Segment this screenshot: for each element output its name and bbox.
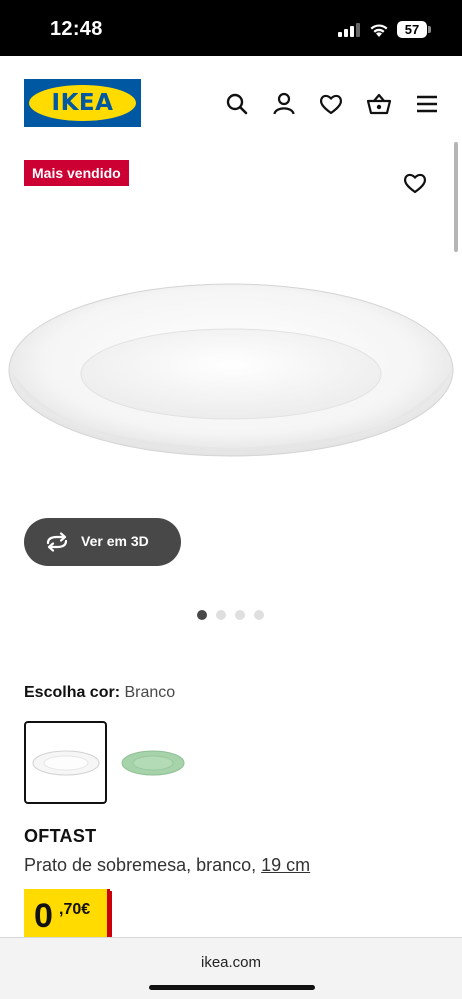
scrollbar[interactable] (454, 142, 458, 252)
view-3d-button[interactable]: Ver em 3D (24, 518, 181, 566)
product-page: 12:48 57 IKEA Mais vendido Ver em 3D Esc… (0, 0, 462, 999)
wifi-icon (370, 24, 388, 37)
menu-icon[interactable] (414, 91, 440, 117)
user-icon[interactable] (271, 91, 297, 117)
url-text[interactable]: ikea.com (0, 954, 462, 971)
color-choice-label: Escolha cor: (24, 684, 121, 701)
rotate-3d-icon (46, 532, 68, 552)
search-icon[interactable] (224, 91, 250, 117)
signal-icon (338, 23, 360, 37)
status-time: 12:48 (50, 18, 103, 40)
battery-icon: 57 (397, 21, 431, 38)
product-description-text: Prato de sobremesa, branco, (24, 855, 257, 875)
white-plate-thumbnail (32, 750, 99, 775)
ikea-logo[interactable]: IKEA (24, 79, 141, 127)
logo-text: IKEA (51, 90, 114, 116)
home-indicator[interactable] (149, 985, 315, 990)
price-tag: 0 ,70€ (24, 889, 110, 939)
heart-icon[interactable] (318, 91, 344, 117)
product-description: Prato de sobremesa, branco, 19 cm (24, 855, 310, 876)
swatch-green[interactable] (111, 721, 194, 804)
gallery-dot[interactable] (197, 610, 207, 620)
basket-icon[interactable] (366, 91, 392, 117)
view-3d-label: Ver em 3D (81, 533, 149, 549)
gallery-dot[interactable] (235, 610, 245, 620)
swatch-white[interactable] (24, 721, 107, 804)
color-choice: Escolha cor: Branco (24, 684, 175, 702)
site-header: IKEA (0, 56, 462, 252)
gallery-dots (197, 610, 264, 620)
green-plate-thumbnail (121, 750, 184, 775)
gallery-dot[interactable] (254, 610, 264, 620)
product-size-link[interactable]: 19 cm (261, 855, 310, 875)
product-name: OFTAST (24, 826, 97, 846)
price-integer: 0 (34, 897, 53, 935)
battery-level: 57 (397, 21, 427, 38)
bestseller-badge: Mais vendido (24, 160, 129, 186)
color-choice-value: Branco (124, 684, 176, 701)
gallery-dot[interactable] (216, 610, 226, 620)
product-image[interactable] (6, 270, 456, 460)
status-bar: 12:48 57 (0, 0, 462, 56)
favourite-heart-icon[interactable] (402, 170, 428, 196)
price-decimal: ,70€ (59, 901, 91, 918)
browser-url-bar[interactable]: ikea.com (0, 937, 462, 999)
